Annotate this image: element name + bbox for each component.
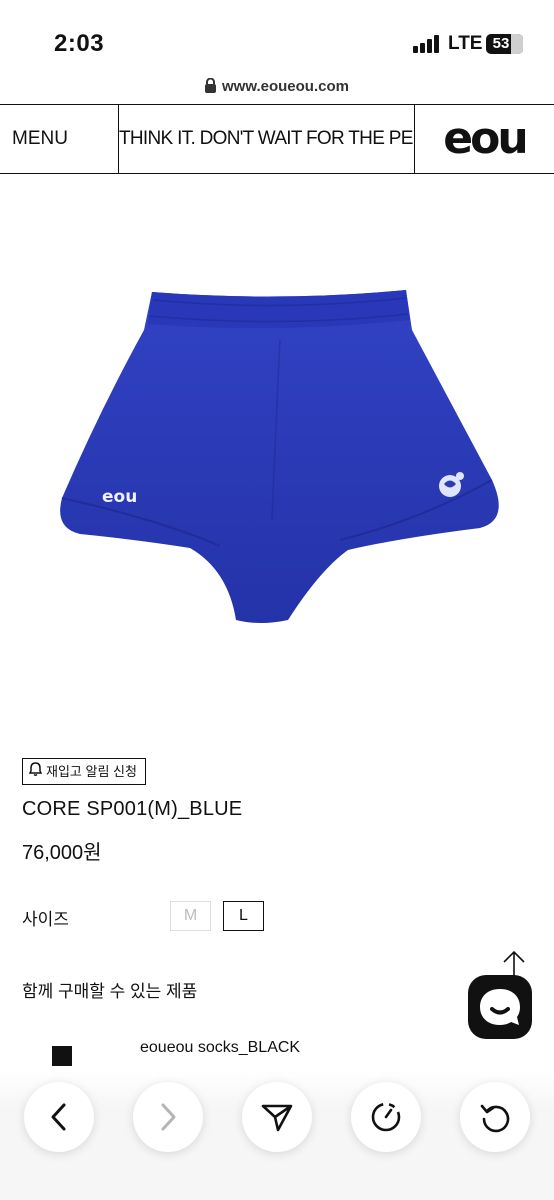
restock-alert-label: 재입고 알림 신청 (46, 763, 137, 779)
product-name: CORE SP001(M)_BLUE (22, 798, 243, 820)
forward-icon (161, 1103, 176, 1131)
product-price: 76,000원 (22, 842, 102, 864)
related-product-name[interactable]: eoueou socks_BLACK (140, 1039, 300, 1057)
marquee-text: THINK IT. DON'T WAIT FOR THE PERFECT MOM… (119, 128, 414, 149)
battery-level: 53 (492, 35, 510, 52)
site-logo[interactable]: eou (415, 105, 554, 173)
size-label: 사이즈 (22, 910, 69, 929)
status-bar: 2:03 LTE 53 (0, 0, 554, 76)
url-text: www.eoueou.com (222, 78, 349, 95)
size-option-m[interactable]: M (170, 901, 211, 931)
restock-alert-button[interactable]: 재입고 알림 신청 (22, 758, 146, 785)
lock-icon (205, 77, 217, 97)
back-icon (51, 1103, 66, 1131)
site-header: MENU THINK IT. DON'T WAIT FOR THE PERFEC… (0, 104, 554, 174)
menu-button[interactable]: MENU (0, 105, 119, 173)
status-time: 2:03 (54, 30, 105, 57)
chat-button[interactable] (468, 975, 532, 1039)
back-button[interactable] (24, 1082, 94, 1152)
reload-button[interactable] (460, 1082, 530, 1152)
speed-dial-icon (371, 1102, 401, 1132)
size-option-l[interactable]: L (223, 901, 264, 931)
related-product-thumbnail[interactable] (52, 1046, 72, 1066)
share-button[interactable] (242, 1082, 312, 1152)
product-image: eou (60, 290, 499, 623)
network-type: LTE (448, 33, 483, 54)
signal-icon (413, 35, 443, 53)
bell-icon (28, 760, 43, 784)
share-icon (261, 1104, 293, 1132)
reload-icon (480, 1104, 510, 1133)
marquee-banner: THINK IT. DON'T WAIT FOR THE PERFECT MOM… (119, 105, 415, 173)
url-bar[interactable]: www.eoueou.com (0, 77, 554, 100)
shorts-print-text: eou (102, 487, 137, 507)
speed-dial-button[interactable] (351, 1082, 421, 1152)
related-products-title: 함께 구매할 수 있는 제품 (22, 982, 198, 1001)
forward-button[interactable] (133, 1082, 203, 1152)
chat-icon (480, 989, 520, 1025)
battery-icon: 53 (486, 34, 523, 54)
